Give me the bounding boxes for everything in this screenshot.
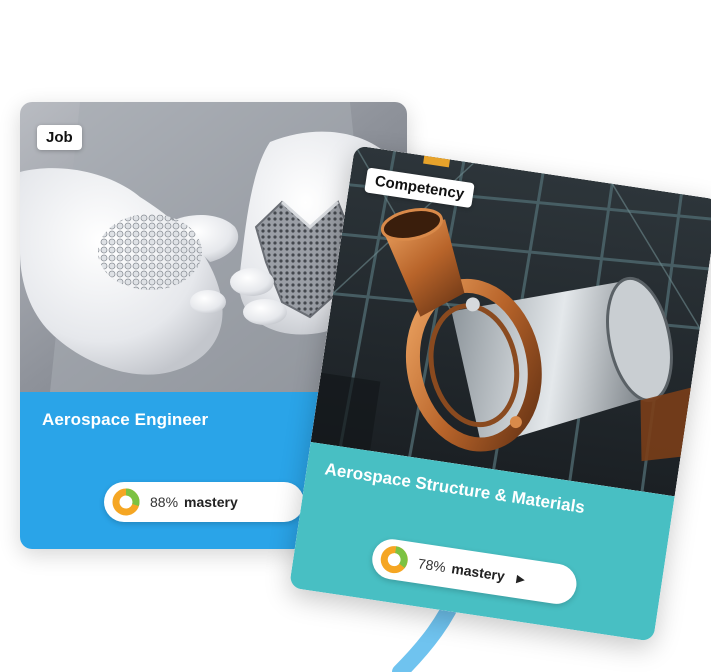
mastery-donut-icon bbox=[112, 488, 140, 516]
competency-card-image bbox=[310, 145, 711, 497]
job-badge: Job bbox=[37, 125, 82, 150]
job-title: Aerospace Engineer bbox=[42, 410, 209, 429]
competency-mastery-percent: 78% bbox=[416, 555, 447, 576]
job-mastery-label: mastery bbox=[184, 494, 238, 510]
job-mastery-pill[interactable]: 88% mastery bbox=[104, 482, 304, 522]
competency-mastery-pill[interactable]: 78% mastery ▶ bbox=[369, 536, 580, 607]
competency-card[interactable]: Competency Aerospace Structure & Materia… bbox=[288, 145, 711, 642]
competency-mastery-label: mastery bbox=[450, 560, 506, 585]
stage: Job Aerospace Engineer 88% mastery Compe… bbox=[0, 0, 711, 672]
mastery-donut-icon bbox=[380, 546, 408, 574]
job-mastery-percent: 88% bbox=[150, 494, 179, 510]
play-icon[interactable]: ▶ bbox=[516, 571, 526, 585]
